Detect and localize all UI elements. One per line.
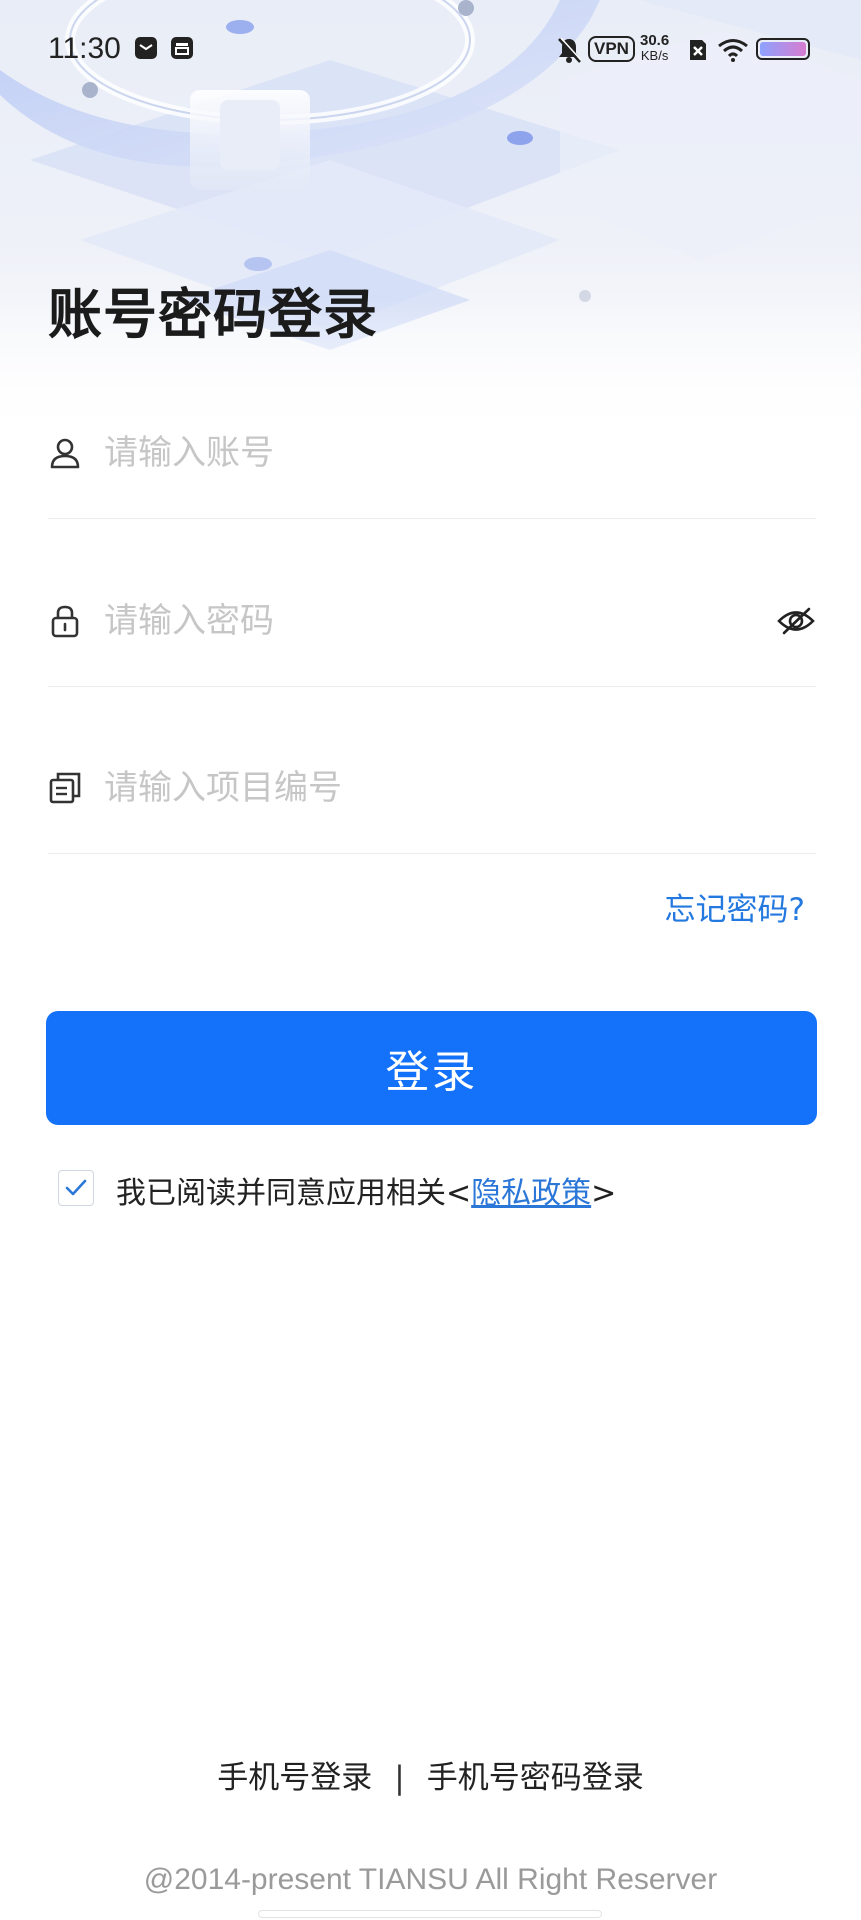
status-bar: 11:30 VPN 30.6 KB/s — [0, 0, 861, 100]
forgot-password-link[interactable]: 忘记密码? — [665, 884, 805, 929]
phone-login-link[interactable]: 手机号登录 — [217, 1760, 372, 1796]
password-input[interactable] — [102, 590, 726, 652]
lock-icon — [51, 605, 79, 638]
status-time: 11:30 — [48, 32, 121, 65]
separator: | — [394, 1760, 405, 1796]
battery-icon — [756, 38, 810, 60]
vpn-badge: VPN — [588, 36, 635, 62]
agreement-checkbox[interactable] — [58, 1170, 94, 1206]
password-field — [48, 566, 816, 687]
project-number-input[interactable] — [102, 757, 726, 819]
bell-muted-icon — [558, 37, 582, 63]
account-field — [48, 398, 816, 519]
agreement-suffix: > — [591, 1176, 617, 1211]
agreement-text: 我已阅读并同意应用相关<隐私政策> — [116, 1168, 616, 1212]
document-copy-icon — [49, 772, 81, 804]
mail-notification-icon — [135, 37, 157, 59]
agreement-prefix: 我已阅读并同意应用相关< — [116, 1176, 472, 1211]
eye-hidden-icon[interactable] — [776, 606, 816, 636]
alternative-login-options: 手机号登录 | 手机号密码登录 — [0, 1752, 861, 1797]
home-indicator[interactable] — [258, 1910, 602, 1918]
checkmark-icon — [65, 1179, 87, 1196]
user-icon — [50, 438, 80, 469]
project-field — [48, 733, 816, 854]
calendar-notification-icon — [171, 37, 193, 59]
wifi-icon — [718, 39, 748, 62]
network-speed: 30.6 KB/s — [640, 33, 669, 63]
copyright-text: @2014-present TIANSU All Right Reserver — [143, 1863, 718, 1896]
sim-disabled-icon — [690, 40, 706, 60]
phone-password-login-link[interactable]: 手机号密码登录 — [427, 1760, 644, 1796]
page-title: 账号密码登录 — [48, 283, 378, 346]
network-speed-value: 30.6 — [640, 32, 670, 49]
network-speed-unit: KB/s — [640, 48, 669, 63]
privacy-policy-link[interactable]: 隐私政策 — [471, 1176, 591, 1211]
login-button[interactable]: 登录 — [46, 1011, 817, 1125]
account-input[interactable] — [102, 422, 726, 484]
